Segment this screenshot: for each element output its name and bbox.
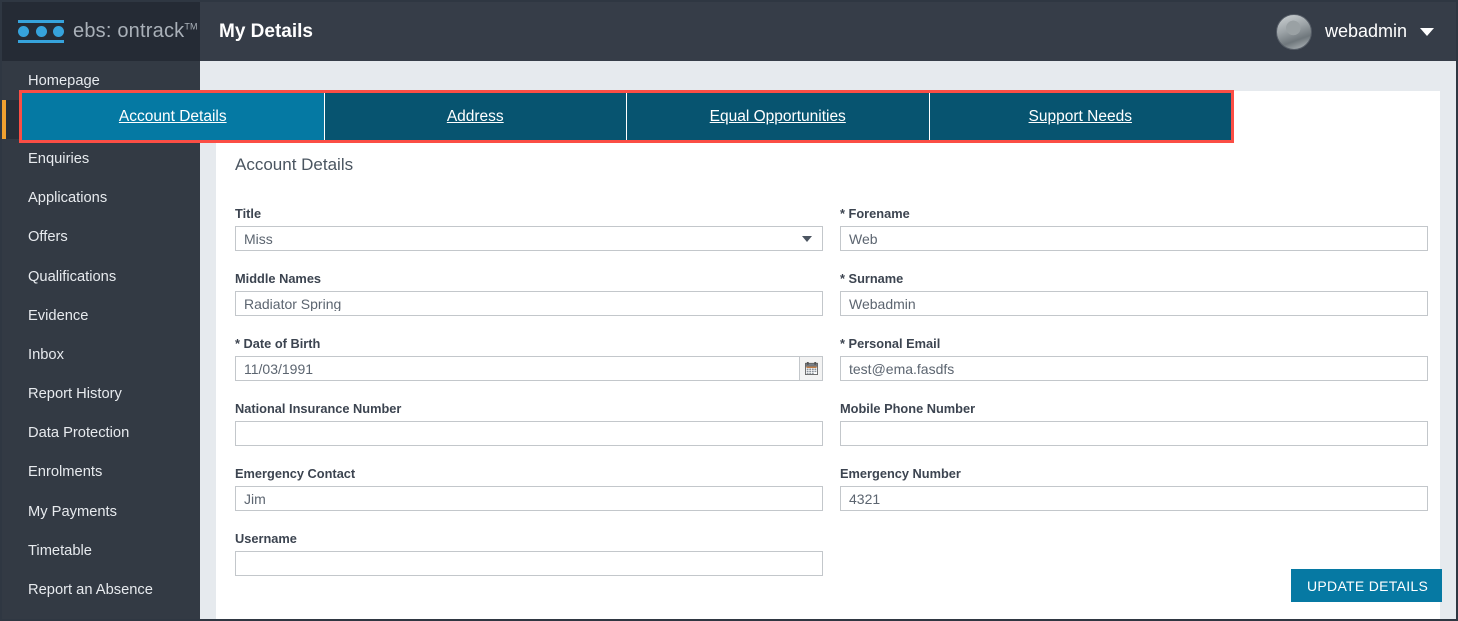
field-value: Web [849,231,878,246]
sidebar-item-qualifications[interactable]: Qualifications [2,257,200,296]
chevron-down-icon[interactable] [1420,27,1434,36]
input-mobile-phone-number[interactable] [840,421,1428,446]
field-label: National Insurance Number [235,401,402,416]
field-label: * Surname [840,271,904,286]
sidebar-navigation: HomepageMy DetailsEnquiriesApplicationsO… [2,61,200,619]
field-label: Username [235,531,297,546]
sidebar-item-offers[interactable]: Offers [2,218,200,257]
form-field-national-insurance-number: National Insurance Number [235,401,823,446]
sidebar-item-inbox[interactable]: Inbox [2,335,200,374]
field-label: Middle Names [235,271,322,286]
tab-account-details[interactable]: Account Details [22,93,325,140]
sidebar-item-label: Enquiries [28,150,90,167]
three-dots-logo-icon [18,20,64,43]
tab-equal-opportunities[interactable]: Equal Opportunities [627,93,930,140]
field-label: * Date of Birth [235,336,321,351]
sidebar-item-label: Timetable [28,542,92,559]
form-field-middle-names: Middle Names Radiator Spring [235,271,823,316]
form-field-date-of-birth: * Date of Birth 11/03/1991 [235,336,823,381]
form-field-forename: * Forename Web [840,206,1428,251]
field-label: Mobile Phone Number [840,401,976,416]
field-label: Title [235,206,262,221]
form-field-surname: * Surname Webadmin [840,271,1428,316]
application-window: ebs: ontrackTM My Details webadmin Homep… [0,0,1458,621]
user-menu[interactable]: webadmin [1275,13,1456,50]
update-details-button[interactable]: UPDATE DETAILS [1291,569,1445,602]
form-field-personal-email: * Personal Email test@ema.fasdfs [840,336,1428,381]
input-surname[interactable]: Webadmin [840,291,1428,316]
input-forename[interactable]: Web [840,226,1428,251]
tab-label: Equal Opportunities [709,107,846,125]
field-value: test@ema.fasdfs [849,361,955,376]
field-label: * Forename [840,206,910,221]
sidebar-item-report-history[interactable]: Report History [2,375,200,414]
brand-logo[interactable]: ebs: ontrackTM [2,2,200,61]
form-field-title: Title Miss [235,206,823,251]
right-gutter [1442,61,1456,619]
sidebar-item-label: Applications [28,190,108,207]
field-label: * Personal Email [840,336,941,351]
field-label: Emergency Contact [235,466,356,481]
field-value: Miss [244,231,273,246]
sidebar-item-label: Enrolments [28,464,103,481]
input-emergency-contact[interactable]: Jim [235,486,823,511]
brand-name: ebs: ontrackTM [73,20,198,42]
sidebar-item-label: Report an Absence [28,582,153,599]
input-username[interactable] [235,551,823,576]
select-title[interactable]: Miss [235,226,823,251]
field-value: Jim [244,491,266,506]
form-column-left: Title Miss Middle Names Radiator Spring * Da… [235,206,823,596]
sidebar-item-label: Offers [28,229,68,246]
input-date-of-birth[interactable]: 11/03/1991 [235,356,823,381]
sidebar-item-label: Evidence [28,307,89,324]
sidebar-item-label: Data Protection [28,425,130,442]
sidebar-item-label: My Payments [28,503,117,520]
field-value: Webadmin [849,296,916,311]
sidebar-item-data-protection[interactable]: Data Protection [2,414,200,453]
avatar [1275,13,1312,50]
sidebar-item-label: Report History [28,386,122,403]
tab-label: Address [446,107,504,125]
calendar-icon[interactable] [799,357,822,380]
page-title: My Details [219,20,313,42]
section-title: Account Details [235,155,354,174]
username-label: webadmin [1324,21,1407,41]
sidebar-item-enrolments[interactable]: Enrolments [2,453,200,492]
top-header-bar: ebs: ontrackTM My Details webadmin [2,2,1456,61]
field-value: 11/03/1991 [244,361,314,376]
input-personal-email[interactable]: test@ema.fasdfs [840,356,1428,381]
form-field-emergency-contact: Emergency Contact Jim [235,466,823,511]
trademark-mark: TM [184,21,198,32]
tab-address[interactable]: Address [324,93,627,140]
input-emergency-number[interactable]: 4321 [840,486,1428,511]
tab-label: Support Needs [1028,107,1132,125]
input-middle-names[interactable]: Radiator Spring [235,291,823,316]
form-field-username: Username [235,531,823,576]
sidebar-item-enquiries[interactable]: Enquiries [2,139,200,178]
sidebar-item-my-payments[interactable]: My Payments [2,492,200,531]
sidebar-item-evidence[interactable]: Evidence [2,296,200,335]
form-field-emergency-number: Emergency Number 4321 [840,466,1428,511]
form-column-right: * Forename Web * Surname Webadmin * Personal… [840,206,1428,531]
field-value: 4321 [849,491,881,506]
sidebar-item-label: Homepage [28,72,100,89]
sidebar-item-label: Inbox [28,346,64,363]
field-label: Emergency Number [840,466,961,481]
input-national-insurance-number[interactable] [235,421,823,446]
sidebar-item-label: Qualifications [28,268,117,285]
form-field-mobile-phone-number: Mobile Phone Number [840,401,1428,446]
sidebar-item-applications[interactable]: Applications [2,179,200,218]
field-value: Radiator Spring [244,296,342,311]
sidebar-item-report-an-absence[interactable]: Report an Absence [2,570,200,609]
tab-support-needs[interactable]: Support Needs [929,93,1231,140]
tab-bar: Account Details Address Equal Opportunitie… [19,90,1234,143]
sidebar-item-timetable[interactable]: Timetable [2,531,200,570]
tab-label: Account Details [118,107,227,125]
